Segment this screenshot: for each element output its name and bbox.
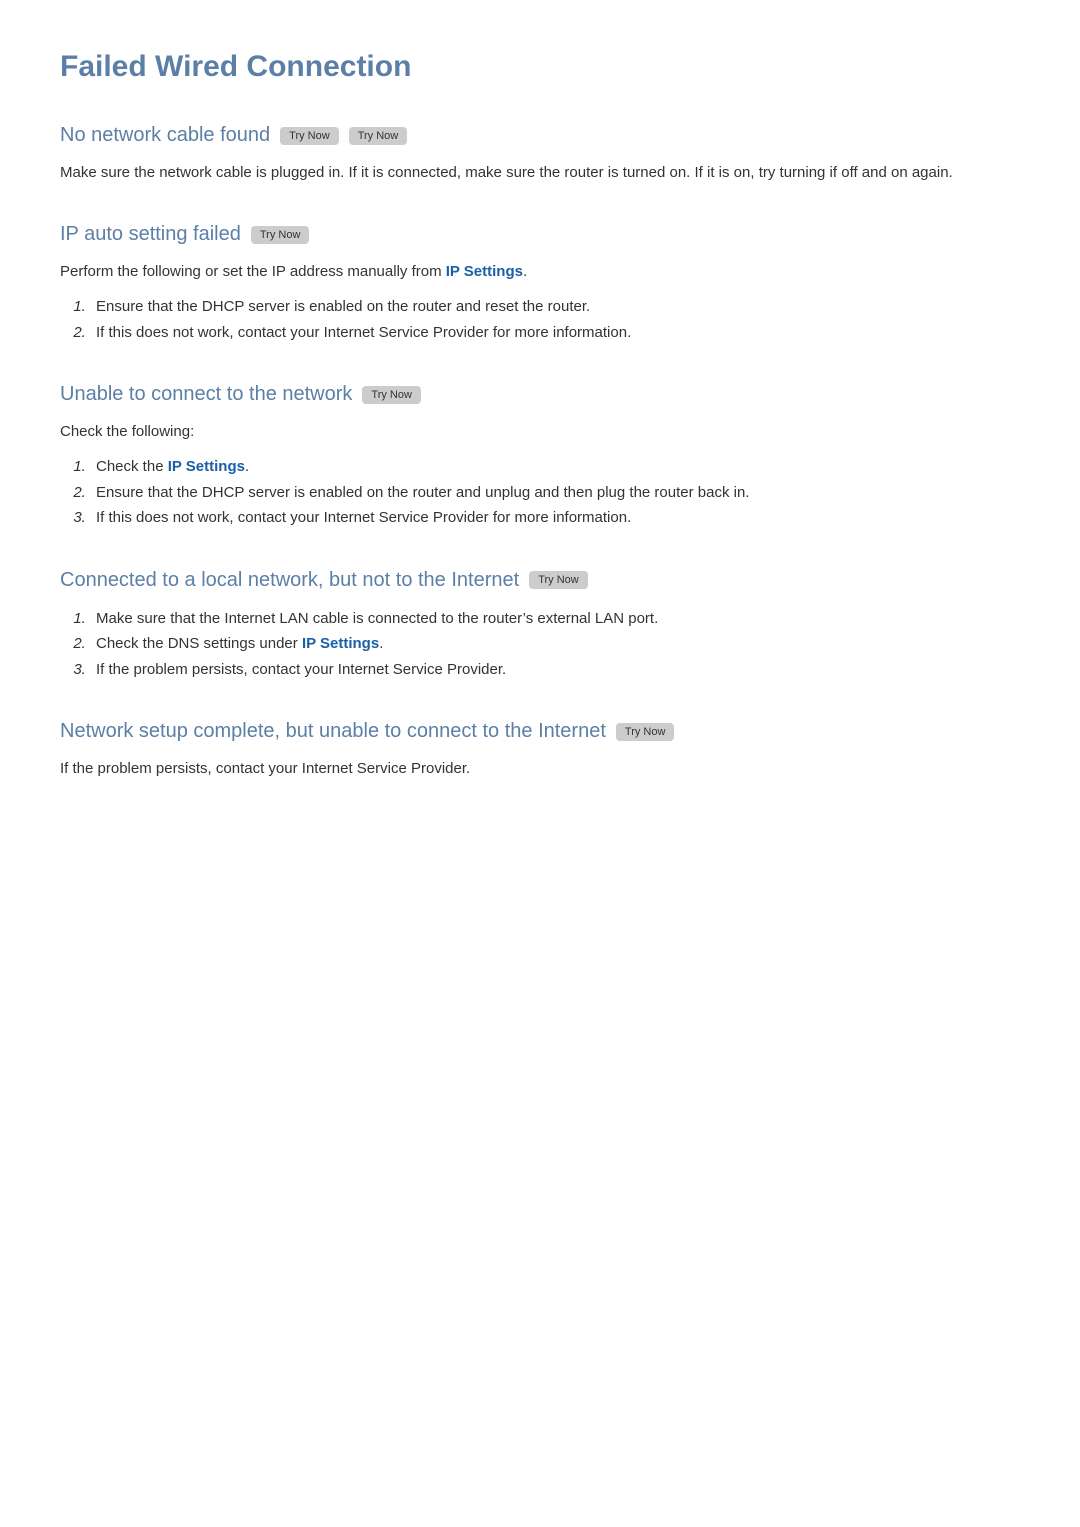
list-item: If this does not work, contact your Inte… (90, 320, 1020, 346)
section-description-no-cable: Make sure the network cable is plugged i… (60, 161, 1020, 185)
list-item: If the problem persists, contact your In… (90, 657, 1020, 683)
section-local-network: Connected to a local network, but not to… (60, 569, 1020, 683)
section-list-local-network: Make sure that the Internet LAN cable is… (90, 606, 1020, 683)
section-header-no-cable: No network cable found Try Now Try Now (60, 124, 1020, 147)
section-description-setup-complete: If the problem persists, contact your In… (60, 757, 1020, 781)
try-now-button-setup-complete[interactable]: Try Now (616, 723, 675, 741)
section-description-ip-auto: Perform the following or set the IP addr… (60, 260, 1020, 284)
ip-settings-link-1[interactable]: IP Settings (446, 263, 523, 280)
section-title-setup-complete: Network setup complete, but unable to co… (60, 720, 606, 743)
section-list-unable-connect: Check the IP Settings. Ensure that the D… (90, 454, 1020, 531)
section-title-unable-connect: Unable to connect to the network (60, 383, 352, 406)
list-item-prefix: Check the DNS settings under (96, 635, 302, 652)
section-ip-auto: IP auto setting failed Try Now Perform t… (60, 223, 1020, 345)
section-header-local-network: Connected to a local network, but not to… (60, 569, 1020, 592)
list-item: Check the IP Settings. (90, 454, 1020, 480)
section-header-setup-complete: Network setup complete, but unable to co… (60, 720, 1020, 743)
list-item: Make sure that the Internet LAN cable is… (90, 606, 1020, 632)
try-now-button-local-network[interactable]: Try Now (529, 571, 588, 589)
section-no-cable: No network cable found Try Now Try Now M… (60, 124, 1020, 185)
section-setup-complete: Network setup complete, but unable to co… (60, 720, 1020, 781)
section-title-local-network: Connected to a local network, but not to… (60, 569, 519, 592)
list-item-suffix: . (379, 635, 383, 652)
description-text-prefix: Perform the following or set the IP addr… (60, 263, 446, 280)
list-item: Check the DNS settings under IP Settings… (90, 631, 1020, 657)
list-item: Ensure that the DHCP server is enabled o… (90, 480, 1020, 506)
try-now-button-unable-connect[interactable]: Try Now (362, 386, 421, 404)
section-list-ip-auto: Ensure that the DHCP server is enabled o… (90, 294, 1020, 345)
try-now-button-no-cable-2[interactable]: Try Now (349, 127, 408, 145)
section-unable-connect: Unable to connect to the network Try Now… (60, 383, 1020, 531)
try-now-button-ip-auto[interactable]: Try Now (251, 226, 310, 244)
section-title-no-cable: No network cable found (60, 124, 270, 147)
try-now-button-no-cable-1[interactable]: Try Now (280, 127, 339, 145)
description-text-suffix: . (523, 263, 527, 280)
list-item: If this does not work, contact your Inte… (90, 505, 1020, 531)
list-item: Ensure that the DHCP server is enabled o… (90, 294, 1020, 320)
page-title: Failed Wired Connection (60, 50, 1020, 84)
ip-settings-link-2[interactable]: IP Settings (168, 458, 245, 475)
ip-settings-link-3[interactable]: IP Settings (302, 635, 379, 652)
list-item-suffix: . (245, 458, 249, 475)
list-item-prefix: Check the (96, 458, 168, 475)
section-header-ip-auto: IP auto setting failed Try Now (60, 223, 1020, 246)
section-header-unable-connect: Unable to connect to the network Try Now (60, 383, 1020, 406)
section-title-ip-auto: IP auto setting failed (60, 223, 241, 246)
section-intro-unable-connect: Check the following: (60, 420, 1020, 444)
